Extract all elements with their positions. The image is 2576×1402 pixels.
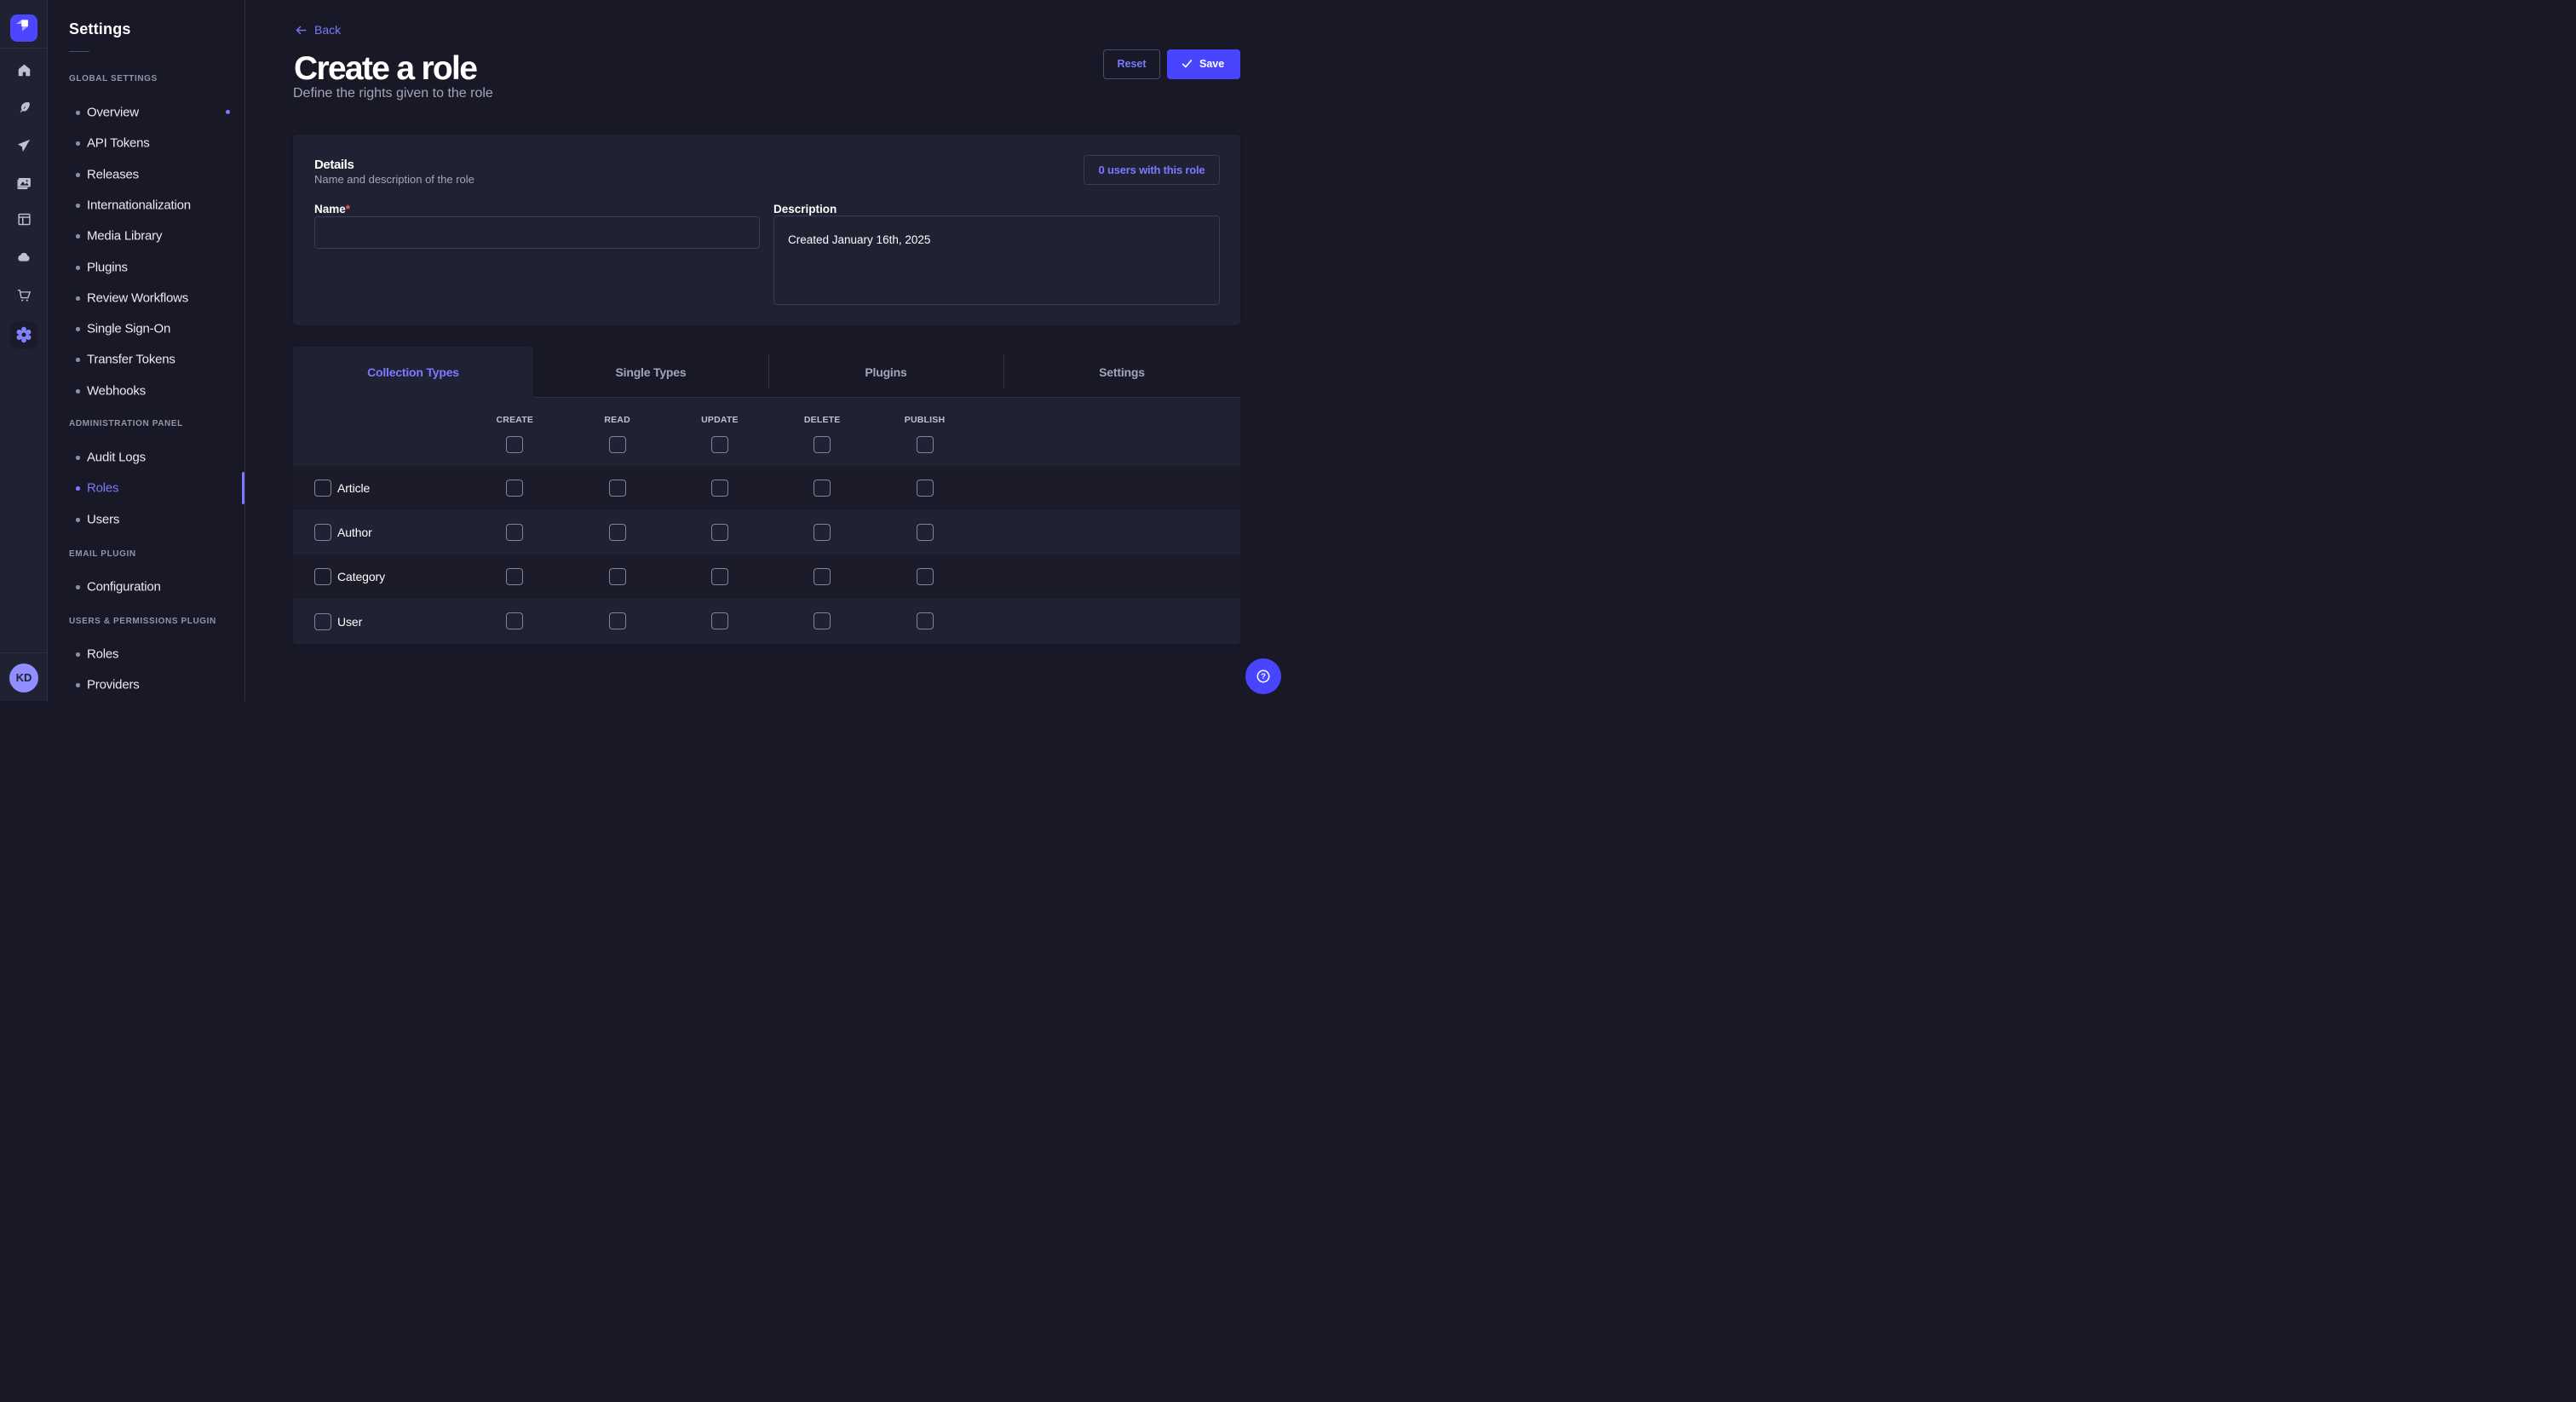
svg-text:?: ? <box>1261 672 1266 681</box>
